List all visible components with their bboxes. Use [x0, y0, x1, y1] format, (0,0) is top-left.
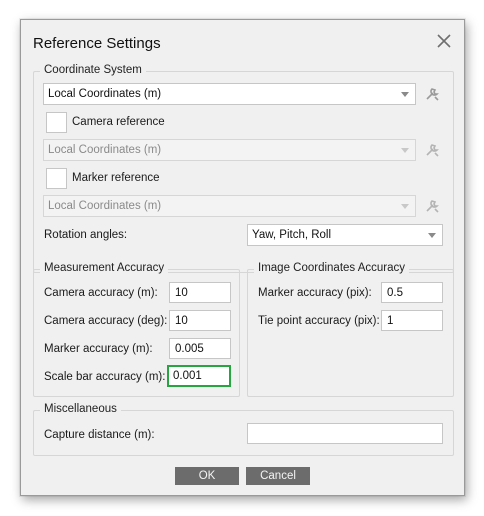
reference-settings-dialog: Reference Settings Coordinate System Loc…: [20, 19, 465, 496]
wrench-icon[interactable]: [424, 86, 440, 102]
wrench-icon[interactable]: [424, 142, 440, 158]
chevron-down-icon: [401, 204, 409, 209]
marker-reference-checkbox[interactable]: [46, 168, 67, 189]
marker-crs-select[interactable]: Local Coordinates (m): [43, 195, 416, 217]
camera-accuracy-deg-label: Camera accuracy (deg):: [44, 315, 168, 327]
camera-reference-label: Camera reference: [72, 116, 165, 128]
wrench-icon[interactable]: [424, 198, 440, 214]
camera-accuracy-m-label: Camera accuracy (m):: [44, 287, 158, 299]
camera-accuracy-m-field[interactable]: [169, 282, 231, 303]
coordinate-system-group: Coordinate System Local Coordinates (m) …: [33, 64, 454, 273]
marker-accuracy-pix-label: Marker accuracy (pix):: [258, 287, 372, 299]
image-coordinates-accuracy-title: Image Coordinates Accuracy: [254, 262, 410, 274]
rotation-angles-select[interactable]: Yaw, Pitch, Roll: [247, 224, 443, 246]
main-crs-value: Local Coordinates (m): [48, 88, 162, 100]
chevron-down-icon: [401, 148, 409, 153]
scale-bar-accuracy-field[interactable]: [167, 365, 231, 387]
marker-accuracy-field[interactable]: [169, 338, 231, 359]
miscellaneous-group: Miscellaneous Capture distance (m):: [33, 403, 454, 456]
title-bar: Reference Settings: [21, 20, 464, 66]
camera-accuracy-deg-field[interactable]: [169, 310, 231, 331]
marker-accuracy-pix-field[interactable]: [381, 282, 443, 303]
chevron-down-icon: [428, 233, 436, 238]
chevron-down-icon: [401, 92, 409, 97]
dialog-title: Reference Settings: [33, 35, 161, 52]
measurement-accuracy-title: Measurement Accuracy: [40, 262, 169, 274]
capture-distance-field[interactable]: [247, 423, 443, 444]
close-icon[interactable]: [436, 33, 452, 49]
cancel-button[interactable]: Cancel: [246, 467, 310, 485]
marker-reference-label: Marker reference: [72, 172, 160, 184]
rotation-angles-value: Yaw, Pitch, Roll: [252, 229, 332, 241]
ok-button[interactable]: OK: [175, 467, 239, 485]
image-coordinates-accuracy-group: Image Coordinates Accuracy Marker accura…: [247, 262, 454, 397]
miscellaneous-title: Miscellaneous: [40, 403, 121, 415]
marker-crs-value: Local Coordinates (m): [48, 200, 162, 212]
tie-point-accuracy-label: Tie point accuracy (pix):: [258, 315, 380, 327]
camera-crs-value: Local Coordinates (m): [48, 144, 162, 156]
scale-bar-accuracy-label: Scale bar accuracy (m):: [44, 371, 166, 383]
tie-point-accuracy-field[interactable]: [381, 310, 443, 331]
camera-reference-checkbox[interactable]: [46, 112, 67, 133]
main-crs-select[interactable]: Local Coordinates (m): [43, 83, 416, 105]
camera-crs-select[interactable]: Local Coordinates (m): [43, 139, 416, 161]
capture-distance-label: Capture distance (m):: [44, 429, 155, 441]
rotation-angles-label: Rotation angles:: [44, 229, 128, 241]
marker-accuracy-label: Marker accuracy (m):: [44, 343, 153, 355]
measurement-accuracy-group: Measurement Accuracy Camera accuracy (m)…: [33, 262, 240, 397]
coordinate-system-title: Coordinate System: [40, 64, 146, 76]
